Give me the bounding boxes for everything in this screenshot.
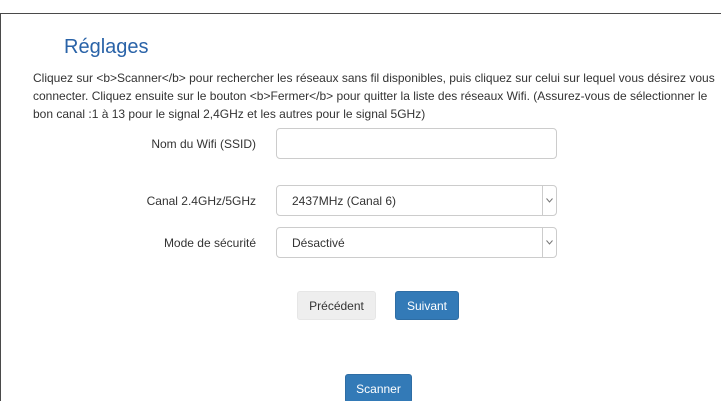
instructions-line: bon canal :1 à 13 pour le signal 2,4GHz … xyxy=(33,107,426,121)
instructions-line: connecter. Cliquez ensuite sur le bouton… xyxy=(33,89,708,103)
instructions-text: Cliquez sur <b>Scanner</b> pour recherch… xyxy=(33,69,721,123)
security-label: Mode de sécurité xyxy=(163,236,256,250)
settings-panel: Réglages Cliquez sur <b>Scanner</b> pour… xyxy=(0,13,721,401)
previous-button[interactable]: Précédent xyxy=(297,291,376,320)
ssid-label: Nom du Wifi (SSID) xyxy=(151,137,256,151)
next-button[interactable]: Suivant xyxy=(395,291,459,320)
security-selected-value: Désactivé xyxy=(292,236,345,250)
chevron-down-icon xyxy=(542,186,556,215)
ssid-input[interactable] xyxy=(276,128,557,159)
scan-button[interactable]: Scanner xyxy=(345,374,412,401)
security-select[interactable]: Désactivé xyxy=(276,227,557,258)
channel-label: Canal 2.4GHz/5GHz xyxy=(146,194,256,208)
chevron-down-icon xyxy=(542,228,556,257)
channel-selected-value: 2437MHz (Canal 6) xyxy=(292,194,397,208)
page-title: Réglages xyxy=(64,36,149,58)
instructions-line: Cliquez sur <b>Scanner</b> pour recherch… xyxy=(33,71,715,85)
channel-select[interactable]: 2437MHz (Canal 6) xyxy=(276,185,557,216)
